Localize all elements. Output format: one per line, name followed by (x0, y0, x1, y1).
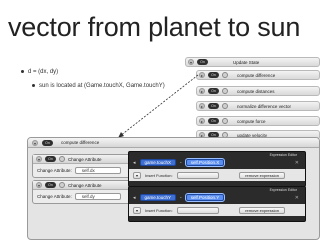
panel-header[interactable]: ▾ On compute difference (28, 138, 319, 148)
collapse-chevron-icon[interactable]: ▾ (32, 139, 38, 146)
change-attribute-header[interactable]: ▾ On Change Attribute (33, 155, 131, 164)
insert-function-select[interactable] (176, 171, 219, 179)
insert-function-select[interactable] (176, 206, 219, 214)
arrow-left-icon[interactable]: ◂ (133, 160, 136, 166)
attribute-field[interactable]: self.dy (74, 192, 121, 200)
behavior-toggle[interactable]: On (42, 139, 53, 146)
change-attribute-block: ▾ On Change Attribute Change Attribute: … (32, 180, 132, 204)
gear-icon[interactable] (59, 182, 65, 188)
change-attribute-header[interactable]: ▾ On Change Attribute (33, 181, 131, 190)
dropdown-arrow-icon[interactable]: ▾ (133, 171, 141, 179)
remove-expression-button[interactable]: remove expression (239, 171, 285, 179)
insert-function-label: Insert Function: (145, 207, 173, 213)
action-toggle[interactable]: On (45, 156, 56, 162)
attribute-field[interactable]: self.dx (74, 166, 121, 174)
arrow-left-icon[interactable]: ◂ (133, 195, 136, 201)
expression-token[interactable]: self.Position.X (184, 158, 226, 167)
close-icon[interactable]: ✕ (295, 160, 299, 166)
expression-operator: - (180, 159, 182, 166)
remove-expression-button[interactable]: remove expression (239, 206, 285, 214)
change-attribute-label: Change Attribute: (37, 167, 72, 173)
pointer-arrow-line (119, 74, 199, 137)
expression-token[interactable]: self.Position.Y (184, 193, 226, 202)
close-icon[interactable]: ✕ (295, 195, 299, 201)
change-attribute-block: ▾ On Change Attribute Change Attribute: … (32, 154, 132, 178)
expression-token[interactable]: game.touchY (139, 194, 177, 201)
expression-editor: Expression Editor ◂ game.touchX - self.P… (128, 151, 306, 187)
expression-token[interactable]: game.touchX (139, 159, 177, 166)
insert-function-label: Insert Function: (145, 172, 173, 178)
expression-editor-title: Expression Editor (269, 188, 297, 192)
panel-title: compute difference (61, 140, 100, 145)
change-attribute-label: Change Attribute: (37, 193, 72, 199)
collapse-chevron-icon[interactable]: ▾ (36, 156, 42, 162)
change-attribute-title: Change Attribute (68, 156, 102, 162)
dropdown-arrow-icon[interactable]: ▾ (133, 206, 141, 214)
change-attribute-title: Change Attribute (68, 182, 102, 188)
action-toggle[interactable]: On (45, 182, 56, 188)
expression-operator: - (180, 194, 182, 201)
expression-editor-title: Expression Editor (269, 153, 297, 157)
behavior-detail-panel: ▾ On compute difference ▾ On Change Attr… (27, 137, 320, 240)
gear-icon[interactable] (59, 156, 65, 162)
expression-editor: Expression Editor ◂ game.touchY - self.P… (128, 186, 306, 222)
collapse-chevron-icon[interactable]: ▾ (36, 182, 42, 188)
